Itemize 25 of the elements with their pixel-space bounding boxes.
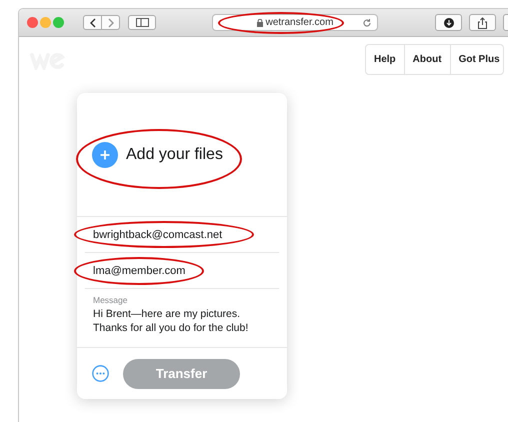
- reload-icon[interactable]: [362, 18, 372, 28]
- zoom-icon[interactable]: [53, 17, 64, 28]
- download-button[interactable]: [435, 14, 462, 31]
- nav-link[interactable]: Help: [366, 45, 404, 74]
- nav-link[interactable]: Got Plus: [450, 45, 503, 74]
- email-field[interactable]: lma@member.com: [85, 264, 279, 276]
- nav-link[interactable]: About: [404, 45, 450, 74]
- address-bar[interactable]: wetransfer.com: [212, 14, 378, 31]
- chevron-right-icon: [108, 18, 114, 28]
- lock-icon: [256, 18, 263, 26]
- share-icon: [478, 16, 487, 28]
- download-icon: [444, 18, 454, 28]
- more-options-icon[interactable]: [92, 365, 109, 382]
- message-text[interactable]: Hi Brent—here are my pictures. Thanks for all you do for the club!: [93, 307, 271, 335]
- chevron-left-icon: [90, 18, 96, 28]
- sidebar-icon: [136, 18, 148, 27]
- sidebar-button[interactable]: [128, 15, 156, 30]
- share-button[interactable]: [469, 14, 496, 31]
- message-label: Message: [93, 295, 128, 305]
- plus-icon: [92, 142, 118, 168]
- url-text: wetransfer.com: [266, 17, 334, 28]
- back-button[interactable]: [83, 15, 102, 30]
- email-field[interactable]: bwrightback@comcast.net: [85, 228, 279, 240]
- add-files-button[interactable]: Add your files: [92, 142, 223, 168]
- close-icon[interactable]: [27, 17, 38, 28]
